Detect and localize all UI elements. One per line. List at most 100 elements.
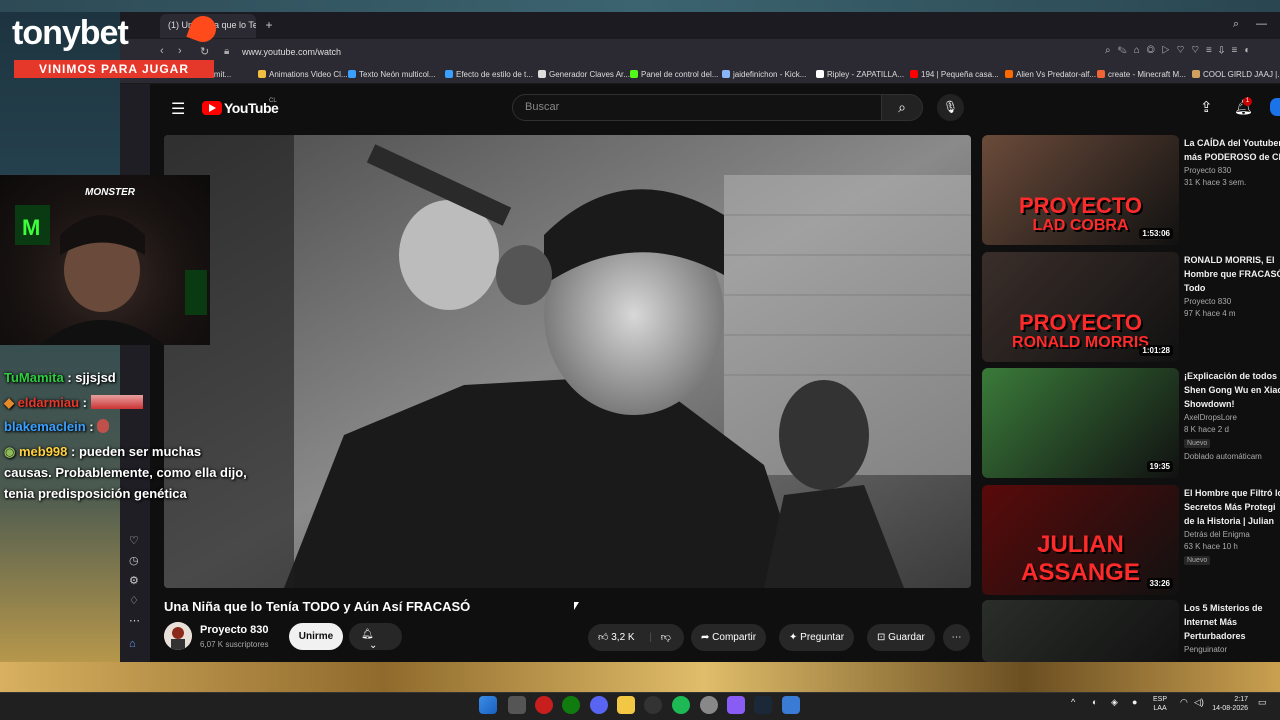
recommendation-thumbnail[interactable]: PROYECTO LAD COBRA 1:53:06 — [982, 135, 1179, 245]
file-explorer-icon[interactable] — [617, 696, 635, 714]
recommendation-title[interactable]: ¡Explicación de todos l — [1184, 370, 1280, 383]
recommendation-thumbnail[interactable] — [982, 600, 1179, 662]
recommendation-title[interactable]: El Hombre que Filtró lo — [1184, 487, 1280, 500]
upload-icon[interactable]: ⇪ — [1200, 98, 1213, 116]
bookmark-item[interactable]: Texto Neón multicol... — [348, 70, 435, 79]
start-icon[interactable] — [479, 696, 497, 714]
search-input[interactable]: Buscar — [512, 94, 882, 121]
like-icon[interactable]: 👍︎ — [598, 632, 608, 643]
bookmark-item[interactable]: Ripley - ZAPATILLA... — [816, 70, 904, 79]
bookmark-item[interactable]: jaidefinichon - Kick... — [722, 70, 806, 79]
home-icon[interactable]: ⌂ — [129, 638, 136, 650]
voice-search-button[interactable]: 🎙︎ — [937, 94, 964, 121]
tray-steam-icon[interactable]: ◈ — [1111, 697, 1118, 708]
more-actions-button[interactable]: ⋯ — [943, 624, 970, 651]
search-tabs-icon[interactable]: ⌕ — [1233, 18, 1239, 31]
recommendation-channel[interactable]: AxelDropsLore — [1184, 413, 1237, 422]
recommendation-channel[interactable]: Proyecto 830 — [1184, 166, 1231, 175]
reload-button[interactable]: ↻ — [200, 45, 209, 58]
recommendation-title[interactable]: Showdown! — [1184, 398, 1280, 411]
video-player[interactable] — [164, 135, 971, 588]
recommendation-thumbnail[interactable]: JULIAN ASSANGE 33:26 — [982, 485, 1179, 595]
settings-icon[interactable]: ⚙ — [129, 574, 139, 587]
account-avatar[interactable] — [1270, 98, 1280, 116]
clock[interactable]: 2:17 14-08-2026 — [1208, 695, 1248, 713]
bookmark-item[interactable]: Animations Video Cl... — [258, 70, 348, 79]
recommendation-title[interactable]: Perturbadores — [1184, 630, 1280, 643]
bookmark-item[interactable]: 194 | Pequeña casa... — [910, 70, 999, 79]
bookmark-item[interactable]: COOL GIRLD JAAJ |... — [1192, 70, 1280, 79]
save-button[interactable]: ⊡ Guardar — [867, 624, 935, 651]
opera-icon[interactable] — [535, 696, 553, 714]
history-icon[interactable]: ◷ — [129, 554, 139, 567]
bookmark-item[interactable]: Efecto de estilo de t... — [445, 70, 533, 79]
bookmark-label: Generador Claves Ar... — [549, 70, 630, 79]
region-code: CL — [269, 98, 277, 104]
ask-button[interactable]: ✦ Preguntar — [779, 624, 855, 651]
share-button[interactable]: ➦ Compartir — [691, 624, 767, 651]
wifi-icon[interactable]: ◠ — [1180, 697, 1188, 708]
xbox-icon[interactable] — [562, 696, 580, 714]
back-button[interactable]: ‹ — [160, 45, 164, 57]
language-indicator[interactable]: ESP LAA — [1153, 695, 1167, 713]
chrome-icon[interactable] — [700, 696, 718, 714]
recommendation-thumbnail[interactable]: PROYECTO RONALD MORRIS 1:01:28 — [982, 252, 1179, 362]
lock-icon[interactable]: 🔒︎ — [224, 46, 229, 57]
channel-name[interactable]: Proyecto 830 — [200, 624, 268, 636]
tray-app-icon[interactable]: ◐ — [1092, 697, 1097, 707]
app-icon[interactable] — [727, 696, 745, 714]
search-button[interactable]: ⌕ — [881, 94, 923, 121]
join-button[interactable]: Unirme — [289, 623, 343, 650]
bookmark-item[interactable]: Panel de control del... — [630, 70, 718, 79]
recommendation-title[interactable]: Hombre que FRACASÓ — [1184, 268, 1280, 281]
notifications-icon[interactable]: ▭ — [1258, 697, 1267, 708]
volume-icon[interactable]: ◁) — [1194, 697, 1204, 708]
chat-text: pueden ser muchas — [78, 444, 202, 459]
dislike-icon[interactable]: 👎︎ — [661, 632, 671, 643]
recommendation-title[interactable]: Todo — [1184, 282, 1280, 295]
steam-icon[interactable] — [754, 696, 772, 714]
obs-icon[interactable] — [644, 696, 662, 714]
menu-icon[interactable]: ☰ — [171, 99, 185, 119]
forward-button[interactable]: › — [178, 45, 182, 57]
desktop-wallpaper-bottom — [0, 662, 1280, 692]
browser-toolbar-icons[interactable]: ⌕✎⌂◎▷♡♡≡⇩≡◐ — [1105, 45, 1257, 56]
lightbulb-icon[interactable]: ♢ — [129, 594, 139, 607]
webcam-sponsor-logo: MONSTER — [85, 187, 135, 198]
tray-chevron-icon[interactable]: ^ — [1071, 697, 1075, 707]
recommendation-thumbnail[interactable]: 19:35 — [982, 368, 1179, 478]
discord-icon[interactable] — [590, 696, 608, 714]
recommendation-title[interactable]: Shen Gong Wu en Xiao — [1184, 384, 1280, 397]
new-tab-button[interactable]: + — [262, 18, 276, 32]
heart-icon[interactable]: ♡ — [129, 534, 139, 547]
tray-mic-icon[interactable]: ● — [1132, 697, 1137, 707]
recommendation-title[interactable]: de la Historia | Julian — [1184, 515, 1280, 528]
subscription-bell-button[interactable]: 🔔︎ ⌄ — [349, 623, 402, 651]
clock-date: 14-08-2026 — [1212, 705, 1248, 712]
task-view-icon[interactable] — [508, 696, 526, 714]
like-count[interactable]: 3,2 K — [611, 632, 634, 643]
url-field[interactable]: www.youtube.com/watch — [242, 47, 341, 57]
more-icon[interactable]: ⋯ — [129, 614, 140, 627]
spotify-icon[interactable] — [672, 696, 690, 714]
bookmark-item[interactable]: Generador Claves Ar... — [538, 70, 630, 79]
recommendation-channel[interactable]: Penguinator — [1184, 645, 1227, 654]
recommendation-channel[interactable]: Detrás del Enigma — [1184, 530, 1250, 539]
bookmark-item[interactable]: Alien Vs Predator-alf... — [1005, 70, 1096, 79]
recommendation-title[interactable]: Los 5 Misterios de — [1184, 602, 1280, 615]
minimize-button[interactable]: — — [1256, 18, 1267, 30]
channel-avatar[interactable] — [164, 622, 192, 650]
chat-message: ◆ eldarmiau : — [4, 395, 143, 411]
language-code: ESP — [1153, 696, 1168, 703]
bookmark-item[interactable]: create - Minecraft M... — [1097, 70, 1186, 79]
recommendation-title[interactable]: Internet Más — [1184, 616, 1280, 629]
video-frame — [164, 135, 971, 588]
recommendation-title[interactable]: más PODEROSO de Ch — [1184, 151, 1280, 164]
recommendation-title[interactable]: La CAÍDA del Youtuber — [1184, 137, 1280, 150]
recommendation-title[interactable]: RONALD MORRIS, El — [1184, 254, 1280, 267]
new-badge: Nuevo — [1184, 439, 1211, 448]
recommendation-channel[interactable]: Proyecto 830 — [1184, 297, 1231, 306]
notepad-icon[interactable] — [782, 696, 800, 714]
recommendation-title[interactable]: Secretos Más Protegi — [1184, 501, 1280, 514]
mic-icon: 🎙︎ — [942, 100, 959, 114]
